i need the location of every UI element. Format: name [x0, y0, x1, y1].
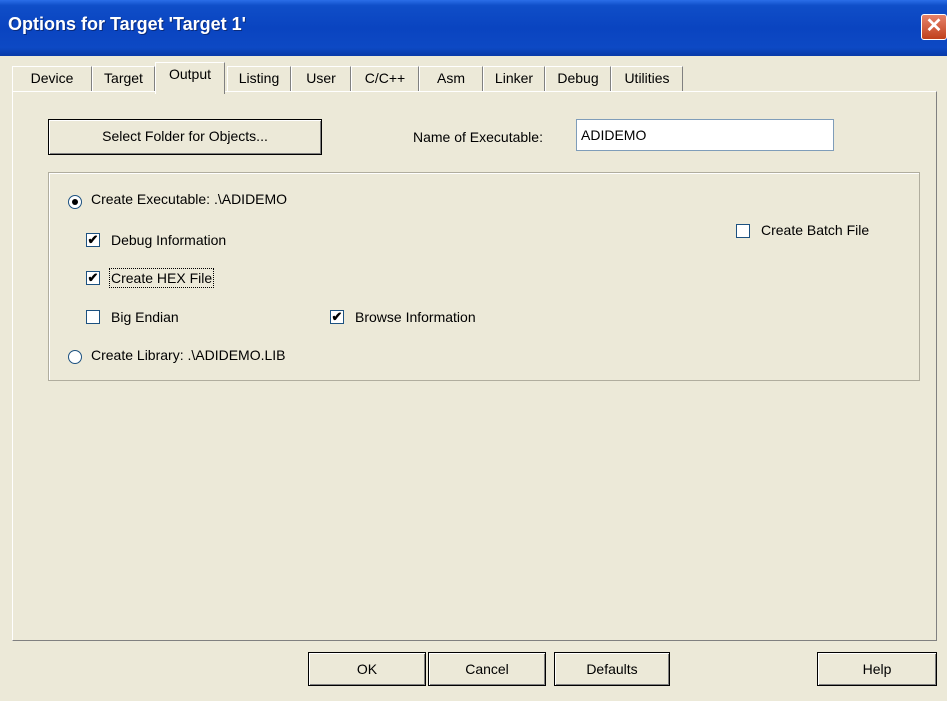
- dialog-button-bar: OK Cancel Defaults Help: [0, 652, 947, 701]
- tab-target[interactable]: Target: [92, 66, 155, 92]
- tab-user[interactable]: User: [291, 66, 351, 92]
- tab-linker[interactable]: Linker: [483, 66, 545, 92]
- options-dialog: Options for Target 'Target 1' ✕ Device T…: [0, 0, 947, 701]
- big-endian-label[interactable]: Big Endian: [111, 309, 179, 325]
- title-bar[interactable]: Options for Target 'Target 1' ✕: [0, 0, 947, 56]
- window-title: Options for Target 'Target 1': [8, 14, 246, 34]
- create-executable-label[interactable]: Create Executable: .\ADIDEMO: [91, 191, 287, 207]
- create-hex-checkbox[interactable]: ✔: [86, 271, 100, 285]
- tab-device[interactable]: Device: [12, 66, 92, 92]
- tab-listing[interactable]: Listing: [227, 66, 291, 92]
- create-batch-file-label[interactable]: Create Batch File: [761, 222, 869, 238]
- big-endian-checkbox[interactable]: [86, 310, 100, 324]
- tab-utilities[interactable]: Utilities: [611, 66, 683, 92]
- tab-debug[interactable]: Debug: [545, 66, 611, 92]
- select-folder-button[interactable]: Select Folder for Objects...: [48, 119, 322, 155]
- create-executable-radio[interactable]: [68, 195, 82, 209]
- debug-information-label[interactable]: Debug Information: [111, 232, 226, 248]
- output-tab-panel: Select Folder for Objects... Name of Exe…: [12, 91, 937, 641]
- browse-information-checkbox[interactable]: ✔: [330, 310, 344, 324]
- browse-information-label[interactable]: Browse Information: [355, 309, 476, 325]
- tab-c-cpp[interactable]: C/C++: [351, 66, 419, 92]
- create-hex-label[interactable]: Create HEX File: [108, 268, 215, 288]
- name-of-executable-label: Name of Executable:: [413, 129, 543, 145]
- create-library-label[interactable]: Create Library: .\ADIDEMO.LIB: [91, 347, 286, 363]
- cancel-button[interactable]: Cancel: [428, 652, 546, 686]
- tab-asm[interactable]: Asm: [419, 66, 483, 92]
- create-batch-file-checkbox[interactable]: [736, 224, 750, 238]
- debug-information-checkbox[interactable]: ✔: [86, 233, 100, 247]
- help-button[interactable]: Help: [817, 652, 937, 686]
- name-of-executable-input[interactable]: [576, 119, 834, 151]
- defaults-button[interactable]: Defaults: [554, 652, 670, 686]
- close-icon[interactable]: ✕: [921, 14, 947, 40]
- create-library-radio[interactable]: [68, 350, 82, 364]
- ok-button[interactable]: OK: [308, 652, 426, 686]
- tab-output[interactable]: Output: [155, 62, 225, 94]
- output-options-group: Create Executable: .\ADIDEMO ✔ Debug Inf…: [48, 172, 920, 381]
